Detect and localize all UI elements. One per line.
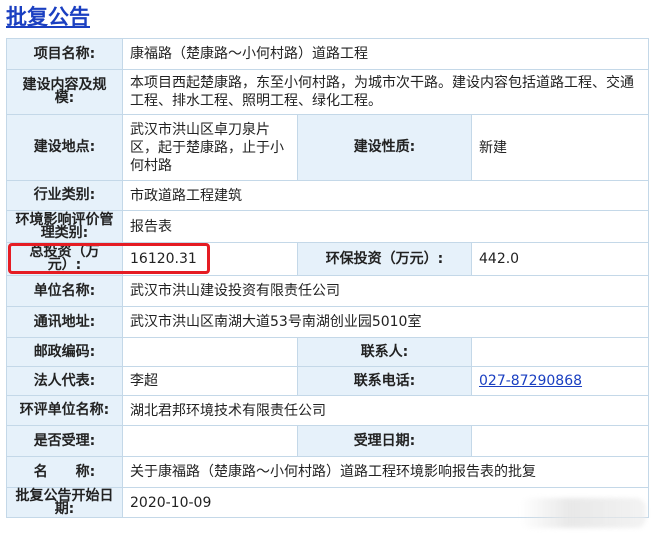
- table-row: 单位名称: 武汉市洪山建设投资有限责任公司: [6, 275, 650, 307]
- location-label: 建设地点:: [6, 114, 123, 181]
- industry-value: 市政道路工程建筑: [121, 180, 650, 211]
- legal-rep-label: 法人代表:: [6, 366, 123, 396]
- name-value: 关于康福路（楚康路～小何村路）道路工程环境影响报告表的批复: [121, 456, 650, 488]
- page-title: 批复公告: [6, 5, 90, 29]
- address-label: 通讯地址:: [6, 306, 123, 338]
- table-row: 邮政编码: 联系人:: [6, 337, 650, 367]
- contact-value: [470, 337, 650, 367]
- location-value: 武汉市洪山区卓刀泉片区，起于楚康路，止于小何村路: [122, 114, 298, 181]
- table-row: 通讯地址: 武汉市洪山区南湖大道53号南湖创业园5010室: [6, 306, 650, 338]
- env-investment-value: 442.0: [470, 242, 650, 276]
- industry-label: 行业类别:: [6, 180, 123, 211]
- table-row: 建设地点: 武汉市洪山区卓刀泉片区，起于楚康路，止于小何村路 建设性质: 新建: [6, 114, 650, 181]
- content-scale-value: 本项目西起楚康路，东至小何村路，为城市次干路。建设内容包括道路工程、交通工程、排…: [121, 69, 650, 115]
- table-row: 环评单位名称: 湖北君邦环境技术有限责任公司: [6, 395, 650, 426]
- contact-label: 联系人:: [297, 337, 472, 367]
- nature-value: 新建: [470, 114, 650, 181]
- highlight-box: [8, 243, 210, 274]
- phone-cell: 027-87290868: [470, 366, 650, 396]
- start-date-label: 批复公告开始日期:: [6, 487, 123, 518]
- announcement-table: 项目名称: 康福路（楚康路～小何村路）道路工程 建设内容及规模: 本项目西起楚康…: [6, 38, 650, 518]
- eia-unit-label: 环评单位名称:: [6, 395, 123, 426]
- accept-date-value: [470, 425, 650, 457]
- unit-name-value: 武汉市洪山建设投资有限责任公司: [121, 275, 650, 307]
- address-value: 武汉市洪山区南湖大道53号南湖创业园5010室: [121, 306, 650, 338]
- postcode-label: 邮政编码:: [6, 337, 123, 367]
- content-scale-label: 建设内容及规模:: [6, 69, 123, 115]
- table-row: 名 称: 关于康福路（楚康路～小何村路）道路工程环境影响报告表的批复: [6, 456, 650, 488]
- watermark-blur: [520, 498, 646, 528]
- phone-link[interactable]: 027-87290868: [479, 373, 582, 389]
- env-investment-label: 环保投资（万元）:: [297, 242, 472, 276]
- legal-rep-value: 李超: [122, 366, 298, 396]
- project-name-value: 康福路（楚康路～小何村路）道路工程: [121, 38, 650, 70]
- postcode-value: [122, 337, 298, 367]
- project-name-label: 项目名称:: [6, 38, 123, 70]
- nature-label: 建设性质:: [297, 114, 472, 181]
- table-row: 法人代表: 李超 联系电话: 027-87290868: [6, 366, 650, 396]
- accepted-label: 是否受理:: [6, 425, 123, 457]
- eia-unit-value: 湖北君邦环境技术有限责任公司: [121, 395, 650, 426]
- phone-label: 联系电话:: [297, 366, 472, 396]
- eia-category-label: 环境影响评价管理类别:: [6, 210, 123, 243]
- table-row: 项目名称: 康福路（楚康路～小何村路）道路工程: [6, 38, 650, 70]
- name-label: 名 称:: [6, 456, 123, 488]
- table-row: 建设内容及规模: 本项目西起楚康路，东至小何村路，为城市次干路。建设内容包括道路…: [6, 69, 650, 115]
- accepted-value: [122, 425, 298, 457]
- accept-date-label: 受理日期:: [297, 425, 472, 457]
- table-row: 环境影响评价管理类别: 报告表: [6, 210, 650, 243]
- unit-name-label: 单位名称:: [6, 275, 123, 307]
- eia-category-value: 报告表: [121, 210, 650, 243]
- table-row: 是否受理: 受理日期:: [6, 425, 650, 457]
- table-row: 行业类别: 市政道路工程建筑: [6, 180, 650, 211]
